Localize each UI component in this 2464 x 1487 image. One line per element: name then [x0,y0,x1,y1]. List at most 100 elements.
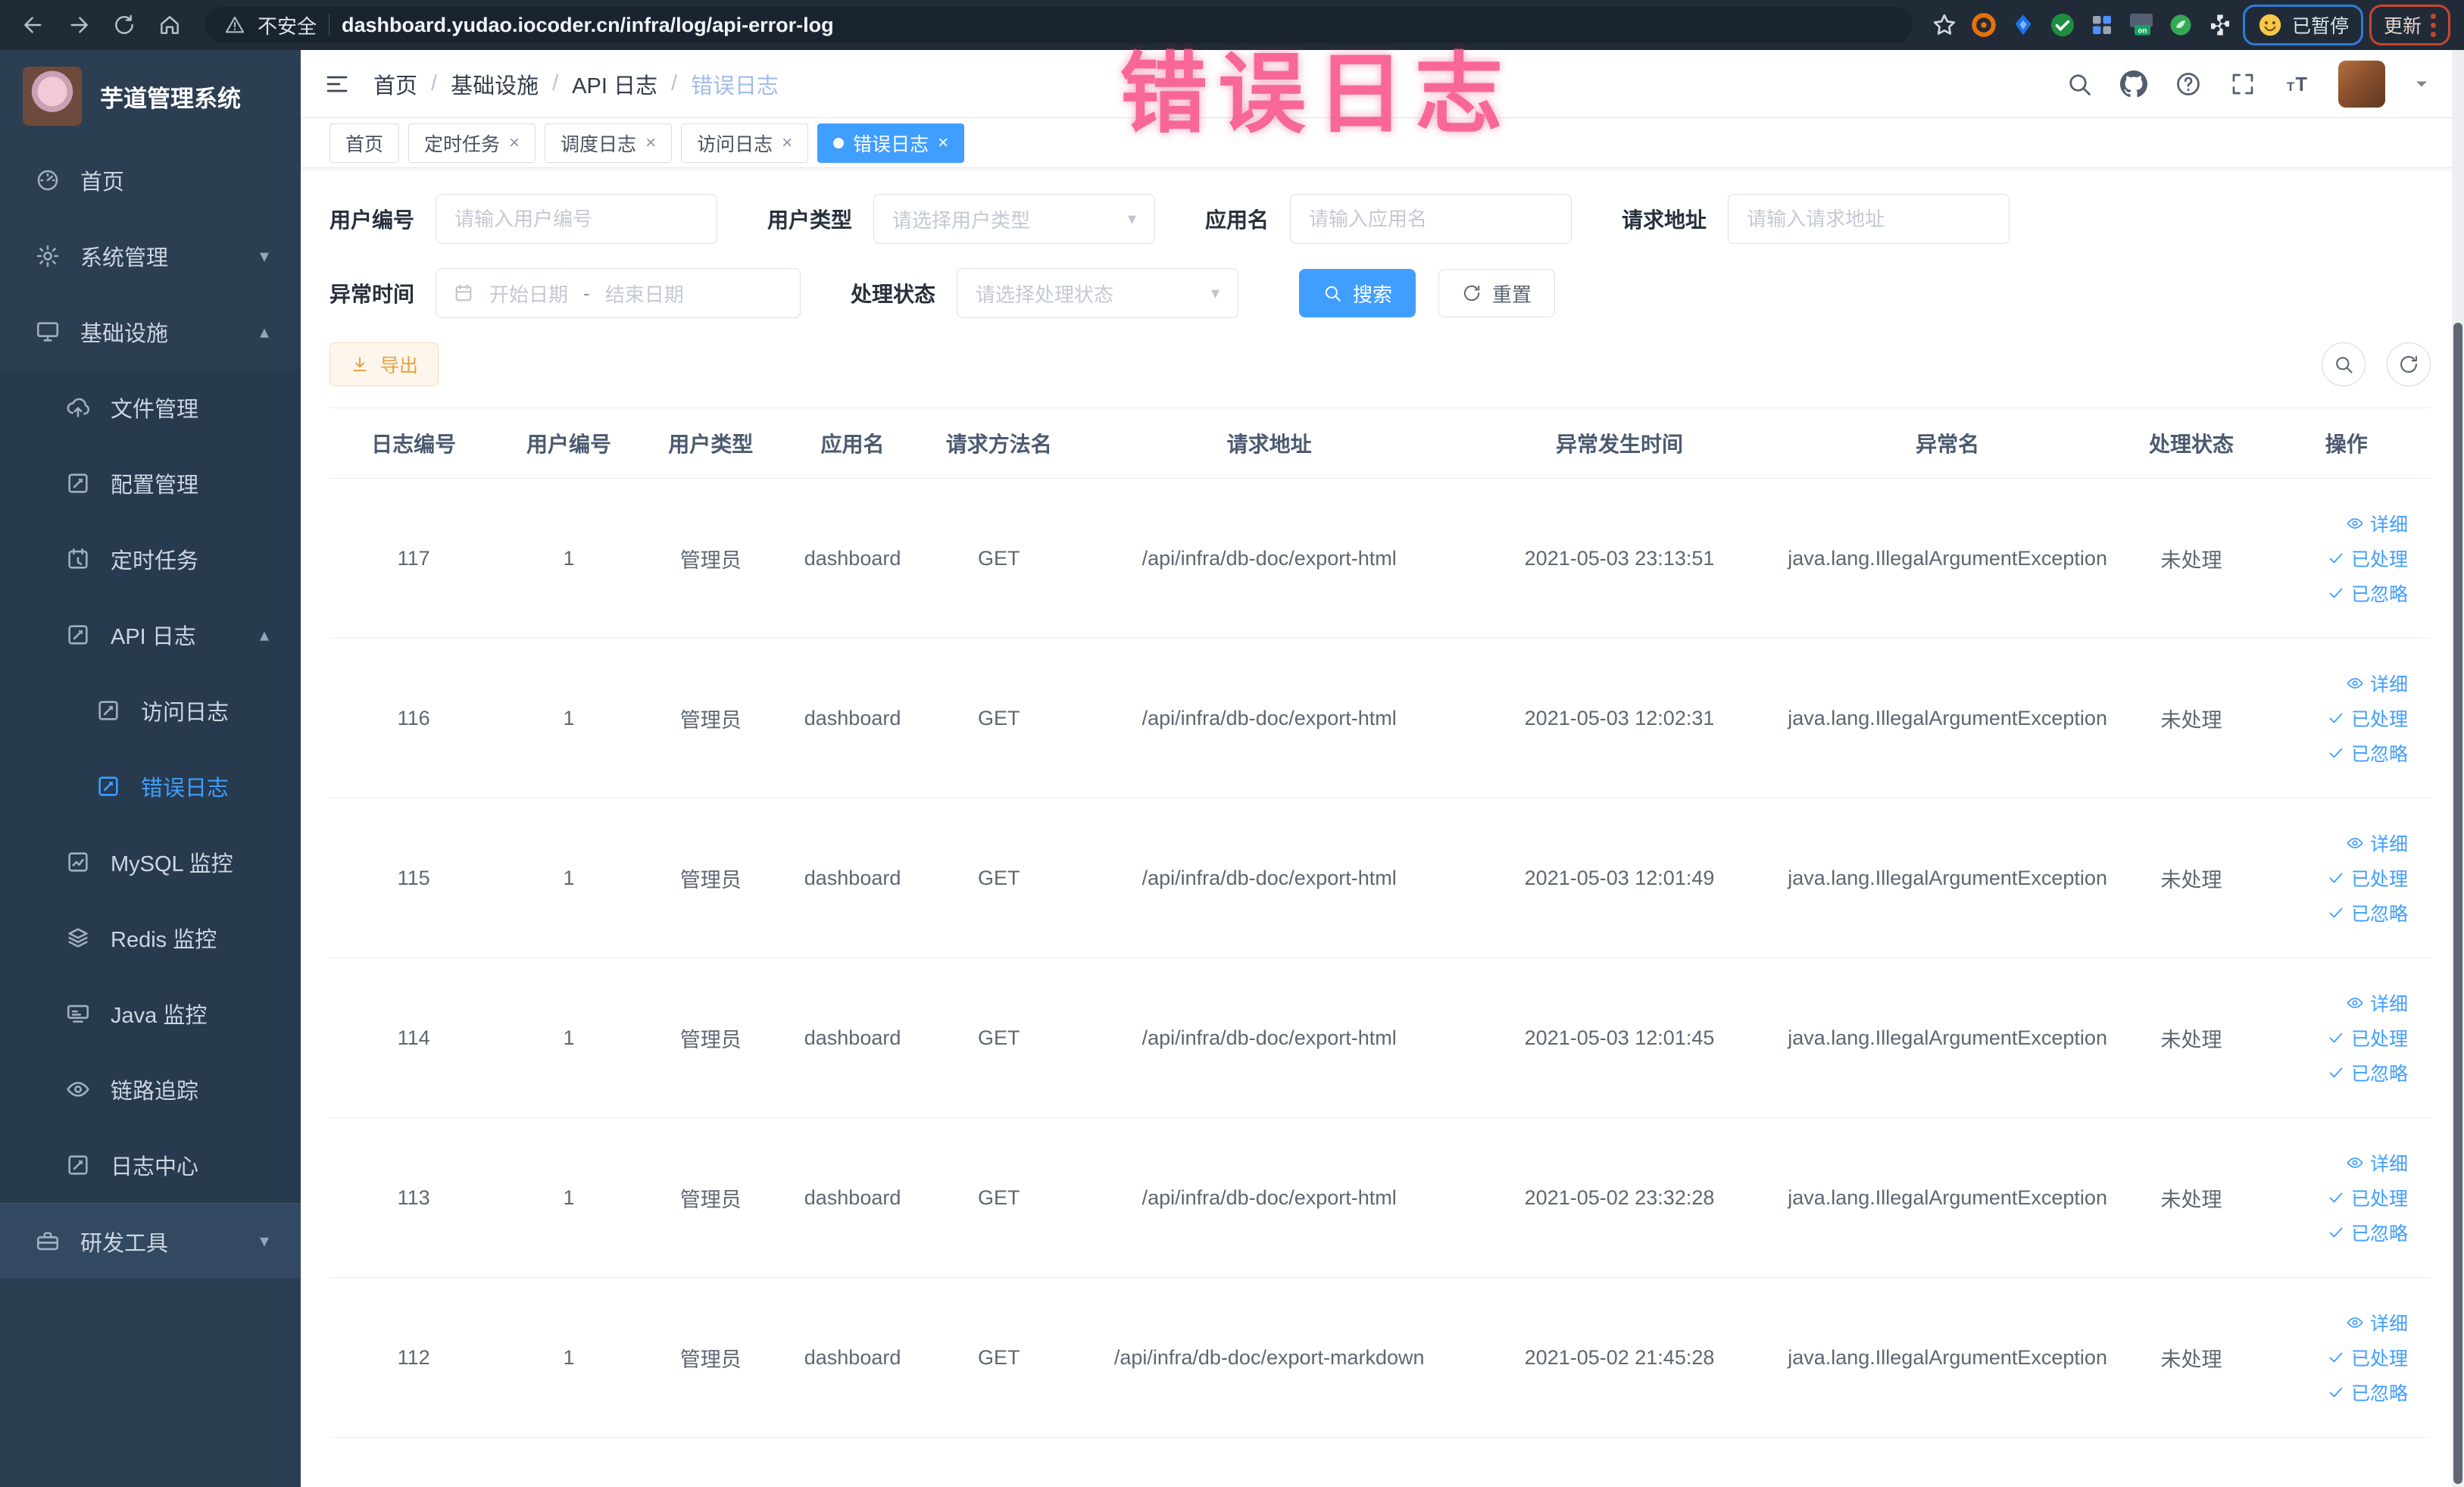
tab-scheduled-tasks[interactable]: 定时任务 × [408,123,536,163]
sidebar-item-label: 访问日志 [141,701,230,725]
tab-access-log[interactable]: 访问日志 × [681,123,809,163]
search-button[interactable]: 搜索 [1299,269,1416,317]
tab-schedule-log[interactable]: 调度日志 × [545,123,673,163]
action-processed[interactable]: 已处理 [2327,545,2408,572]
tab-error-log[interactable]: 错误日志 × [817,123,965,163]
request-url-input[interactable] [1728,194,2010,244]
extension-grid-icon[interactable] [2085,8,2119,42]
reset-button[interactable]: 重置 [1438,269,1556,317]
user-type-select[interactable]: 请选择用户类型 ▾ [873,194,1156,244]
date-range-picker[interactable]: 开始日期 - 结束日期 [436,268,801,318]
action-detail[interactable]: 详细 [2346,829,2408,857]
sidebar-item-api-log[interactable]: API 日志 ▴ [0,597,301,673]
sidebar-item-label: 基础设施 [80,322,169,346]
action-ignored[interactable]: 已忽略 [2327,739,2408,767]
sidebar-item-access-log[interactable]: 访问日志 [0,673,301,748]
sidebar: 芋道管理系统 首页 系统管理 ▾ 基础设施 ▴ 文件管理 配置管理 定时任务 API 日志 ▴ 访问… [0,50,301,1487]
bookmark-star-icon[interactable] [1928,8,1961,42]
row-actions: 详细已处理已忽略 [2263,1301,2431,1414]
toggle-search-button[interactable] [2322,342,2366,386]
close-icon[interactable]: × [645,133,656,154]
home-button[interactable] [150,5,189,45]
sidebar-item-config-management[interactable]: 配置管理 [0,445,301,521]
back-button[interactable] [14,5,53,45]
sidebar-item-mysql-monitor[interactable]: MySQL 监控 [0,824,301,900]
extension-on-icon[interactable]: on [2125,8,2158,42]
sidebar-item-log-center[interactable]: 日志中心 [0,1127,301,1203]
action-ignored[interactable]: 已忽略 [2327,1379,2408,1406]
close-icon[interactable]: × [782,133,792,154]
extension-leaf-icon[interactable] [2164,8,2197,42]
extension-orange-icon[interactable] [1967,8,2000,42]
caret-down-icon[interactable] [2412,75,2431,93]
forward-button[interactable] [59,5,98,45]
breadcrumb-item[interactable]: 首页 [373,68,417,100]
close-icon[interactable]: × [938,133,948,154]
breadcrumb-item[interactable]: API 日志 [572,68,657,100]
export-button[interactable]: 导出 [329,342,439,386]
app-name-input[interactable] [1290,194,1572,244]
back-icon [21,13,45,37]
action-processed[interactable]: 已处理 [2327,864,2408,892]
leaf-icon [2167,11,2194,39]
cell-app: dashboard [804,866,901,889]
table-header-row: 日志编号 用户编号 用户类型 应用名 请求方法名 请求地址 异常发生时间 异常名 处理状态 操作 [329,408,2431,479]
main-area: 首页 / 基础设施 / API 日志 / 错误日志 TT 首页 定时任务 × 调度日志 × 访问日志 ×… [301,50,2464,1487]
sidebar-item-file-management[interactable]: 文件管理 [0,370,301,445]
action-detail[interactable]: 详细 [2346,670,2408,697]
filter-user-id: 用户编号 [329,194,718,244]
process-status-select[interactable]: 请选择处理状态 ▾ [957,268,1239,318]
user-id-input[interactable] [436,194,718,244]
address-bar[interactable]: 不安全 dashboard.yudao.iocoder.cn/infra/log… [205,7,1913,43]
font-size-icon[interactable]: TT [2284,70,2311,98]
cell-method: GET [977,1186,1020,1209]
breadcrumb-item[interactable]: 基础设施 [451,68,539,100]
action-processed[interactable]: 已处理 [2327,1344,2408,1371]
action-label: 已忽略 [2350,1383,2408,1404]
cell-user-id: 1 [563,706,575,729]
extension-puzzle-icon[interactable] [2203,8,2237,42]
sidebar-item-trace[interactable]: 链路追踪 [0,1051,301,1127]
sidebar-item-infrastructure[interactable]: 基础设施 ▴ [0,294,301,370]
action-ignored[interactable]: 已忽略 [2327,579,2408,607]
action-ignored[interactable]: 已忽略 [2327,1059,2408,1086]
close-icon[interactable]: × [509,133,520,154]
sidebar-item-error-log[interactable]: 错误日志 [0,748,301,824]
sidebar-item-system-management[interactable]: 系统管理 ▾ [0,218,301,294]
cloud-upload-icon [65,395,91,420]
chevron-down-icon: ▾ [259,245,269,267]
github-icon[interactable] [2120,70,2147,98]
extension-green-check-icon[interactable] [2046,8,2079,42]
user-avatar[interactable] [2338,60,2385,108]
update-badge[interactable]: 更新 [2369,5,2450,45]
action-detail[interactable]: 详细 [2346,510,2408,537]
reload-button[interactable] [105,5,144,45]
paused-badge[interactable]: 已暂停 [2242,5,2363,45]
collapse-sidebar-button[interactable] [323,70,351,98]
refresh-table-button[interactable] [2387,342,2431,386]
action-detail[interactable]: 详细 [2346,1309,2408,1336]
action-ignored[interactable]: 已忽略 [2327,899,2408,926]
help-icon[interactable] [2175,70,2202,98]
extension-blue-icon[interactable] [2006,8,2040,42]
action-processed[interactable]: 已处理 [2327,1024,2408,1051]
sidebar-item-dev-tools[interactable]: 研发工具 ▾ [0,1203,301,1279]
action-processed[interactable]: 已处理 [2327,704,2408,732]
action-ignored[interactable]: 已忽略 [2327,1219,2408,1246]
app-logo[interactable]: 芋道管理系统 [0,50,301,142]
cell-exception: java.lang.IllegalArgumentException [1788,546,2107,570]
kebab-menu-icon[interactable] [2431,13,2436,37]
sidebar-item-java-monitor[interactable]: Java 监控 [0,976,301,1051]
sidebar-item-home[interactable]: 首页 [0,142,301,218]
action-detail[interactable]: 详细 [2346,1149,2408,1176]
fullscreen-icon[interactable] [2229,70,2256,98]
search-icon[interactable] [2066,70,2093,98]
scrollbar-thumb[interactable] [2453,323,2462,1484]
sidebar-item-scheduled-tasks[interactable]: 定时任务 [0,521,301,597]
cell-method: GET [977,1026,1020,1049]
action-detail[interactable]: 详细 [2346,989,2408,1017]
sidebar-item-redis-monitor[interactable]: Redis 监控 [0,900,301,976]
action-processed[interactable]: 已处理 [2327,1184,2408,1211]
cell-id: 112 [397,1345,430,1369]
tab-home[interactable]: 首页 [329,123,400,163]
